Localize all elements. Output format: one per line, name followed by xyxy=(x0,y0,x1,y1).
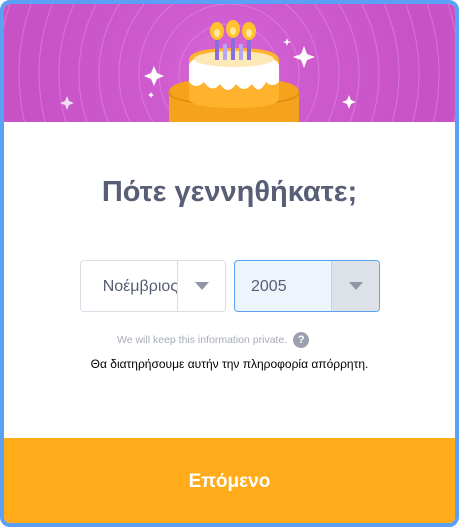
year-select-value: 2005 xyxy=(251,278,287,295)
privacy-note-text: We will keep this information private. xyxy=(117,334,288,346)
privacy-note-translation: Θα διατηρήσουμε αυτήν την πληροφορία από… xyxy=(90,357,369,371)
question-icon[interactable]: ? xyxy=(293,332,310,348)
privacy-note: We will keep this information private. ? xyxy=(117,332,310,348)
chevron-down-icon[interactable] xyxy=(331,261,379,311)
chevron-down-icon[interactable] xyxy=(177,261,225,311)
birthday-cake-illustration xyxy=(4,4,455,122)
page-title: Πότε γεννηθήκατε; xyxy=(101,176,358,208)
dialog-frame: Πότε γεννηθήκατε; Νοέμβριος 2005 We will… xyxy=(0,0,459,527)
month-select-value: Νοέμβριος xyxy=(102,278,178,295)
candle-icon xyxy=(210,20,256,60)
header-banner xyxy=(4,4,455,122)
next-button[interactable]: Επόμενο xyxy=(4,438,455,523)
year-select[interactable]: 2005 xyxy=(234,260,380,312)
month-select[interactable]: Νοέμβριος xyxy=(80,260,226,312)
